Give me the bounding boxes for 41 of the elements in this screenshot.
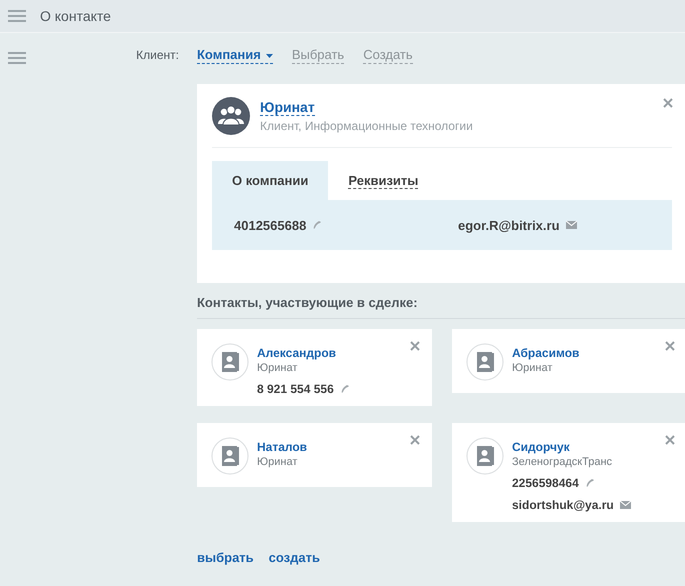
tab[interactable]: О компании	[212, 161, 328, 200]
action-link[interactable]: выбрать	[197, 550, 254, 565]
company-name-link[interactable]: Юринат	[260, 99, 315, 116]
email-address: egor.R@bitrix.ru	[458, 218, 560, 232]
menu-icon[interactable]	[8, 10, 26, 22]
address-book-icon	[466, 343, 504, 381]
contact-company: ЗеленоградскТранс	[512, 456, 614, 468]
contact-name-link[interactable]: Александров	[257, 346, 350, 360]
contact-company: Юринат	[257, 456, 298, 468]
caret-icon[interactable]	[266, 54, 273, 58]
contact-name-link[interactable]: Сидорчук	[512, 440, 631, 454]
close-icon[interactable]	[410, 341, 420, 351]
phone-number: 8 921 554 556	[257, 382, 334, 396]
close-icon[interactable]	[663, 98, 673, 108]
client-type-link[interactable]: Компания	[197, 47, 273, 64]
phone-number: 4012565688	[234, 218, 306, 232]
contact-company: Юринат	[257, 362, 298, 374]
envelope-icon[interactable]	[620, 501, 631, 509]
phone-icon[interactable]	[584, 478, 595, 488]
email-address: sidortshuk@ya.ru	[512, 498, 614, 512]
company-subtitle: Клиент, Информационные технологии	[260, 119, 473, 133]
address-book-icon	[466, 437, 504, 475]
address-book-icon	[211, 437, 249, 475]
contact-company: Юринат	[512, 362, 554, 374]
phone-icon[interactable]	[340, 384, 350, 394]
address-book-icon	[211, 343, 249, 381]
page-title: О контакте	[40, 8, 111, 24]
group-icon	[212, 97, 250, 135]
phone-number: 2256598464	[512, 476, 579, 490]
contact-name-link[interactable]: Наталов	[257, 440, 308, 454]
action-link[interactable]: создать	[268, 550, 320, 565]
envelope-icon[interactable]	[566, 221, 577, 229]
close-icon[interactable]	[665, 435, 675, 445]
tab[interactable]: Реквизиты	[328, 161, 438, 200]
menu-icon[interactable]	[8, 52, 26, 64]
contacts-heading: Контакты, участвующие в сделке:	[197, 283, 685, 319]
contact-name-link[interactable]: Абрасимов	[512, 346, 580, 360]
close-icon[interactable]	[410, 435, 420, 445]
phone-icon[interactable]	[312, 220, 322, 230]
close-icon[interactable]	[665, 341, 675, 351]
client-label: Клиент:	[135, 48, 179, 62]
